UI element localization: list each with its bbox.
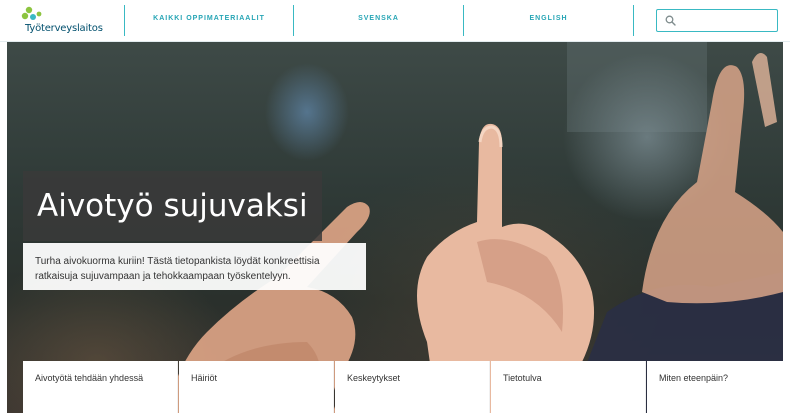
logo-text: Työterveyslaitos — [25, 23, 103, 34]
hero-title: Aivotyö sujuvaksi — [23, 171, 322, 241]
tab-tietotulva[interactable]: Tietotulva — [491, 361, 646, 413]
site-header: Työterveyslaitos Kaikki oppimateriaalit … — [0, 0, 790, 42]
site-logo[interactable]: Työterveyslaitos — [20, 6, 120, 36]
tab-miten-eteenpain[interactable]: Miten eteenpäin? — [647, 361, 783, 413]
hero-banner: Aivotyö sujuvaksi Turha aivokuorma kurii… — [7, 42, 783, 413]
tab-hairiot[interactable]: Häiriöt — [179, 361, 334, 413]
hero-description: Turha aivokuorma kuriin! Tästä tietopank… — [23, 243, 366, 290]
search-icon[interactable] — [665, 15, 676, 26]
nav-english[interactable]: English — [464, 0, 633, 42]
nav-svenska[interactable]: Svenska — [294, 0, 463, 42]
search-input[interactable] — [679, 12, 774, 29]
tab-aivotyo-yhdessa[interactable]: Aivotyötä tehdään yhdessä — [23, 361, 178, 413]
topic-tabs: Aivotyötä tehdään yhdessä Häiriöt Keskey… — [23, 361, 783, 413]
nav-separator — [633, 5, 634, 36]
tab-keskeytykset[interactable]: Keskeytykset — [335, 361, 490, 413]
search-box[interactable] — [656, 9, 778, 32]
nav-all-materials[interactable]: Kaikki oppimateriaalit — [125, 0, 293, 42]
